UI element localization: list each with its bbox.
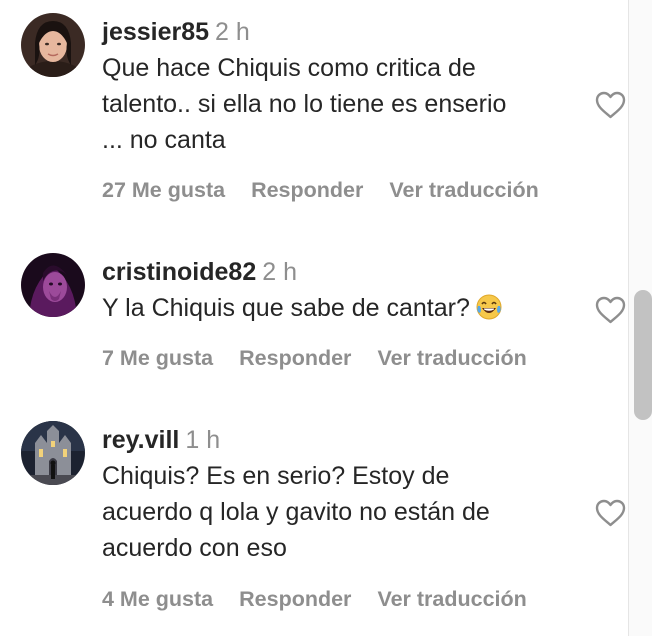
heart-icon[interactable] xyxy=(595,91,626,119)
reply-button[interactable]: Responder xyxy=(239,345,351,371)
timestamp: 2 h xyxy=(262,258,297,286)
heart-icon[interactable] xyxy=(595,296,626,324)
reply-button[interactable]: Responder xyxy=(239,586,351,612)
see-translation-button[interactable]: Ver traducción xyxy=(377,345,526,371)
timestamp: 1 h xyxy=(185,426,221,454)
see-translation-button[interactable]: Ver traducción xyxy=(389,177,538,203)
comment-text-content: Y la Chiquis que sabe de cantar? xyxy=(102,294,470,322)
comment-header: jessier85 2 h xyxy=(102,17,250,47)
avatar[interactable] xyxy=(21,421,85,485)
comment-text-line: ... no canta xyxy=(102,126,226,154)
avatar[interactable] xyxy=(21,13,85,77)
timestamp: 2 h xyxy=(215,18,250,46)
comment-header: rey.vill 1 h xyxy=(102,425,220,455)
likes-count-button[interactable]: 4 Me gusta xyxy=(102,586,213,612)
comment-text: Chiquis? Es en serio? Estoy de acuerdo q… xyxy=(102,458,490,566)
comment-text-line: talento.. si ella no lo tiene es enserio xyxy=(102,90,507,118)
comment-text-line: Chiquis? Es en serio? Estoy de xyxy=(102,462,450,490)
comment-actions: 7 Me gusta Responder Ver traducción xyxy=(102,345,527,371)
username[interactable]: cristinoide82 xyxy=(102,258,256,286)
see-translation-button[interactable]: Ver traducción xyxy=(377,586,526,612)
comment-text: Que hace Chiquis como critica de talento… xyxy=(102,50,506,158)
reply-button[interactable]: Responder xyxy=(251,177,363,203)
comment-text-line: acuerdo con eso xyxy=(102,534,287,562)
comment-item: rey.vill 1 h Chiquis? Es en serio? Estoy … xyxy=(0,408,628,636)
comment-text-line: Que hace Chiquis como critica de xyxy=(102,54,476,82)
laughing-tears-emoji-icon xyxy=(476,294,502,330)
comment-item: jessier85 2 h Que hace Chiquis como criti… xyxy=(0,0,628,220)
likes-count-button[interactable]: 7 Me gusta xyxy=(102,345,213,371)
comment-item: cristinoide82 2 h Y la Chiquis que sabe d… xyxy=(0,240,628,380)
scrollbar-thumb[interactable] xyxy=(634,290,652,420)
comment-text-line: Y la Chiquis que sabe de cantar? xyxy=(102,290,502,330)
comment-text: Y la Chiquis que sabe de cantar? xyxy=(102,290,502,330)
avatar[interactable] xyxy=(21,253,85,317)
heart-icon[interactable] xyxy=(595,499,626,527)
username[interactable]: rey.vill xyxy=(102,426,179,454)
comment-actions: 27 Me gusta Responder Ver traducción xyxy=(102,177,539,203)
comment-header: cristinoide82 2 h xyxy=(102,257,297,287)
username[interactable]: jessier85 xyxy=(102,18,209,46)
comment-actions: 4 Me gusta Responder Ver traducción xyxy=(102,586,527,612)
likes-count-button[interactable]: 27 Me gusta xyxy=(102,177,225,203)
comment-text-line: acuerdo q lola y gavito no están de xyxy=(102,498,490,526)
